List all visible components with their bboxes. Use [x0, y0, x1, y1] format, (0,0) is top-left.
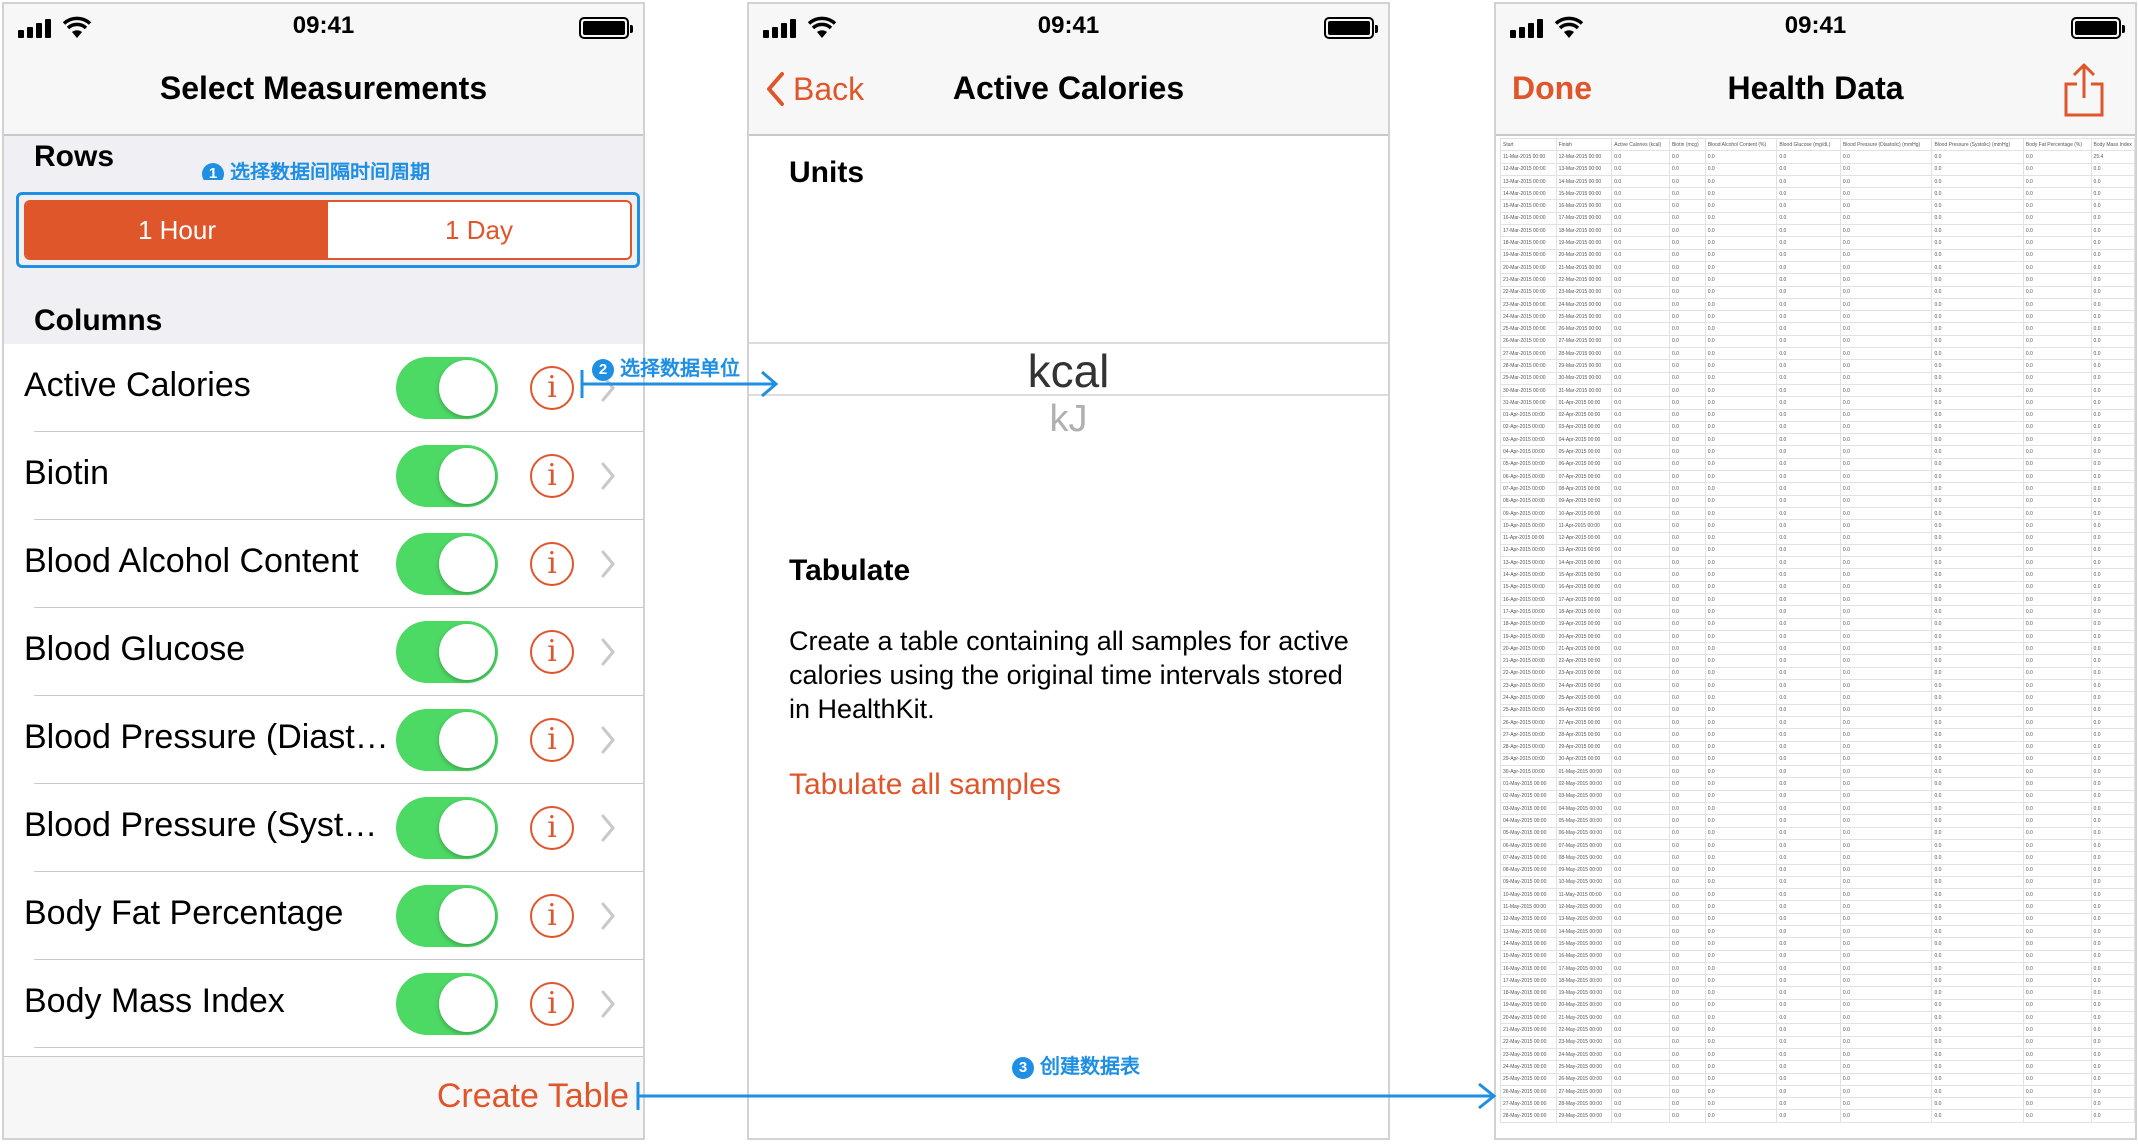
- annotation-arrows: [580, 370, 1497, 1110]
- arrow-right-icon: [636, 1082, 1497, 1110]
- arrow-right-icon: [580, 370, 779, 398]
